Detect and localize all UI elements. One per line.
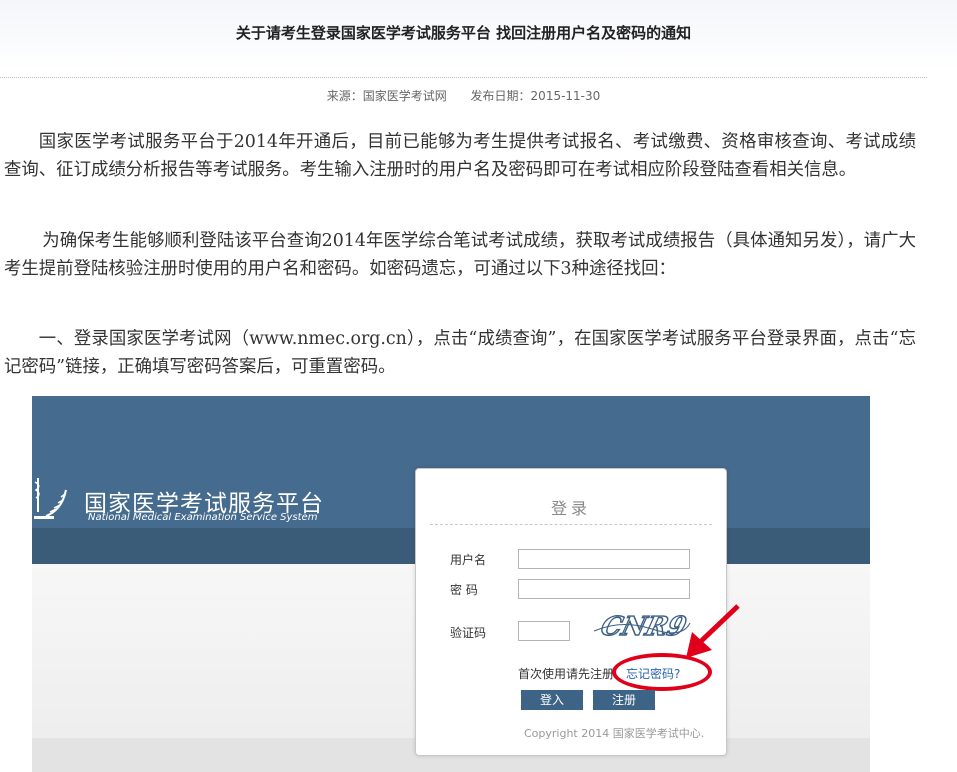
paragraph-3: 一、登录国家医学考试网（www.nmec.org.cn），点击“成绩查询”，在国… bbox=[4, 329, 916, 377]
captcha-input[interactable] bbox=[518, 621, 570, 641]
captcha-image[interactable]: CNR9 bbox=[592, 609, 692, 643]
article-date: 发布日期：2015-11-30 bbox=[470, 89, 601, 103]
login-title-divider bbox=[430, 524, 712, 525]
first-use-text: 首次使用请先注册 bbox=[518, 667, 615, 681]
forgot-password-link[interactable]: 忘记密码? bbox=[626, 665, 680, 682]
register-button[interactable]: 注册 bbox=[593, 690, 655, 710]
login-title: 登录 bbox=[550, 499, 591, 518]
login-button[interactable]: 登入 bbox=[521, 690, 583, 710]
captcha-label: 验证码 bbox=[450, 626, 487, 640]
username-input[interactable] bbox=[518, 549, 690, 569]
emblem-icon bbox=[34, 478, 67, 519]
paragraph-1: 国家医学考试服务平台于2014年开通后，目前已能够为考生提供考试报名、考试缴费、… bbox=[4, 132, 916, 180]
copyright-text: Copyright 2014 国家医学考试中心. bbox=[524, 727, 705, 740]
title-divider bbox=[0, 77, 927, 78]
arrow-pointer-icon bbox=[686, 604, 740, 658]
login-page-screenshot: 国家医学考试服务平台 National Medical Examination … bbox=[32, 396, 870, 772]
article-meta: 来源：国家医学考试网 发布日期：2015-11-30 bbox=[0, 87, 927, 104]
username-label: 用户名 bbox=[450, 553, 487, 567]
article-title: 关于请考生登录国家医学考试服务平台 找回注册用户名及密码的通知 bbox=[235, 24, 692, 42]
password-input[interactable] bbox=[518, 579, 690, 599]
password-label: 密 码 bbox=[450, 583, 478, 597]
login-panel: 登录 用户名 密 码 验证码 CNR9 首次使用请先注册 忘记密码? 登入 注册… bbox=[415, 468, 727, 756]
article-source: 来源：国家医学考试网 bbox=[326, 89, 447, 103]
paragraph-2: 为确保考生能够顺利登陆该平台查询2014年医学综合笔试考试成绩，获取考试成绩报告… bbox=[4, 231, 916, 279]
brand-name-en: National Medical Examination Service Sys… bbox=[88, 512, 318, 523]
